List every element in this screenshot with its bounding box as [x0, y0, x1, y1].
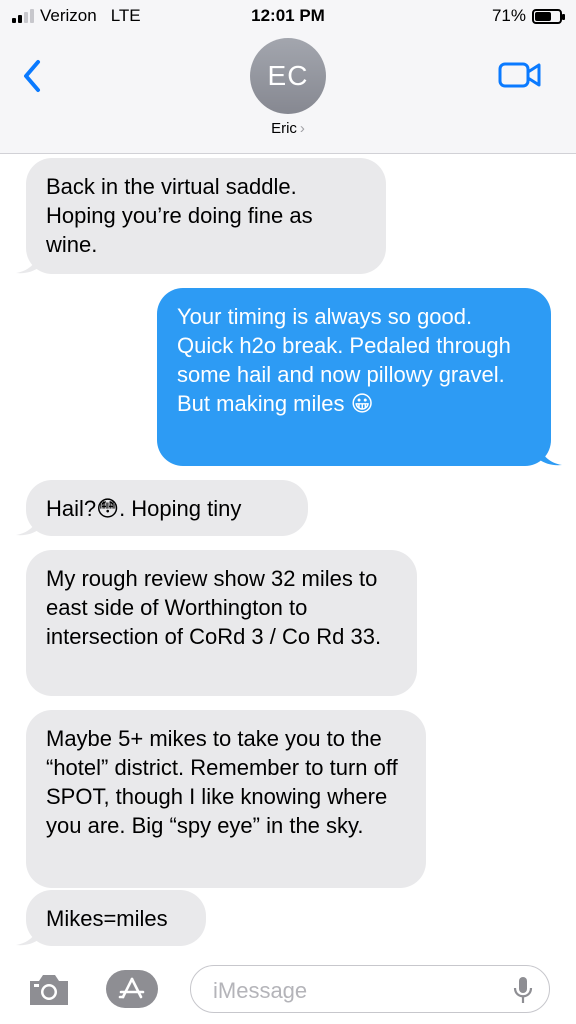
- composer-bar: iMessage: [0, 954, 576, 1024]
- status-right: 71%: [491, 6, 565, 26]
- chevron-right-icon: ›: [299, 120, 305, 137]
- message-bubble-received[interactable]: Back in the virtual saddle. Hoping you’r…: [26, 158, 386, 274]
- message-text: Maybe 5+ mikes to take you to the “hotel…: [46, 726, 398, 838]
- contact-name: Eric: [271, 120, 297, 137]
- message-text: Back in the virtual saddle. Hoping you’r…: [46, 174, 313, 257]
- battery-icon: [532, 8, 565, 24]
- facetime-video-button[interactable]: [498, 60, 542, 90]
- conversation-header: Verizon LTE 12:01 PM 71% EC Eric ›: [0, 0, 576, 154]
- app-store-icon: [118, 977, 145, 999]
- message-bubble-received[interactable]: Maybe 5+ mikes to take you to the “hotel…: [26, 710, 426, 888]
- battery-level-fill: [535, 11, 551, 21]
- battery-percent: 71%: [491, 6, 526, 25]
- bubble-tail: [16, 926, 38, 946]
- bubble-tail: [540, 446, 562, 466]
- dictation-button[interactable]: [513, 975, 533, 1005]
- chevron-left-icon: [24, 60, 40, 92]
- contact-name-button[interactable]: Eric ›: [0, 120, 576, 137]
- camera-button[interactable]: [26, 972, 72, 1008]
- microphone-icon: [513, 977, 533, 1003]
- message-bubble-received[interactable]: Hail?😳. Hoping tiny: [26, 480, 308, 536]
- status-bar: Verizon LTE 12:01 PM 71%: [0, 0, 576, 34]
- bubble-tail: [16, 516, 38, 536]
- message-text: Your timing is always so good. Quick h2o…: [177, 304, 511, 416]
- message-bubble-received[interactable]: My rough review show 32 miles to east si…: [26, 550, 417, 696]
- message-input-placeholder: iMessage: [213, 978, 308, 1003]
- message-bubble-sent[interactable]: Your timing is always so good. Quick h2o…: [157, 288, 551, 466]
- back-button[interactable]: [18, 56, 48, 96]
- message-bubble-received[interactable]: Mikes=miles: [26, 890, 206, 946]
- message-thread[interactable]: Back in the virtual saddle. Hoping you’r…: [0, 154, 576, 954]
- message-text: Mikes=miles: [46, 906, 168, 931]
- contact-avatar[interactable]: EC: [250, 38, 326, 114]
- app-store-button[interactable]: [106, 970, 158, 1008]
- bubble-tail: [16, 254, 38, 274]
- video-camera-icon: [498, 62, 541, 88]
- status-time: 12:01 PM: [251, 6, 325, 25]
- camera-icon: [30, 975, 68, 1005]
- message-text: My rough review show 32 miles to east si…: [46, 566, 382, 649]
- message-text: Hail?😳. Hoping tiny: [46, 496, 242, 521]
- message-input[interactable]: iMessage: [190, 965, 550, 1013]
